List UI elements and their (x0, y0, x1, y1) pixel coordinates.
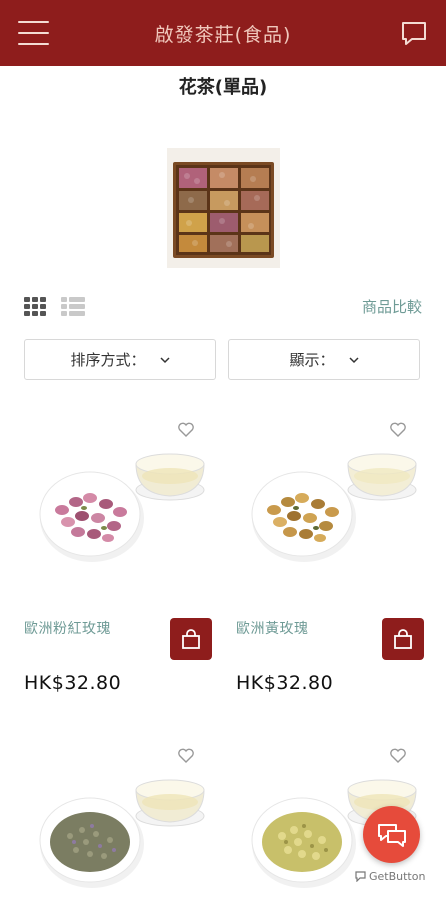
chat-bubble-icon[interactable] (400, 20, 428, 47)
shopping-bag-icon (182, 629, 200, 649)
top-app-bar: 啟發茶莊(食品) (0, 0, 446, 66)
add-to-cart-button[interactable] (382, 618, 424, 660)
product-price: HK$32.80 (24, 672, 122, 694)
wishlist-heart-icon[interactable] (386, 744, 410, 768)
add-to-cart-button[interactable] (170, 618, 212, 660)
category-image (167, 148, 280, 268)
getbutton-credit[interactable]: GetButton (355, 870, 425, 883)
chevron-down-icon (159, 356, 170, 363)
product-card[interactable]: 歐洲黃玫瑰 HK$32.80 (236, 412, 432, 702)
chat-icon (355, 871, 366, 882)
list-view-icon[interactable] (61, 297, 85, 316)
display-label: 顯示： (289, 351, 335, 369)
product-card[interactable] (24, 738, 220, 900)
display-dropdown[interactable]: 顯示： (228, 339, 420, 380)
shopping-bag-icon (394, 629, 412, 649)
product-name[interactable]: 歐洲粉紅玫瑰 (24, 618, 111, 638)
sort-dropdown[interactable]: 排序方式： (24, 339, 216, 380)
getbutton-label: GetButton (369, 870, 426, 883)
product-name[interactable]: 歐洲黃玫瑰 (236, 618, 309, 638)
wishlist-heart-icon[interactable] (174, 744, 198, 768)
page-title: 花茶(單品) (178, 77, 268, 98)
sort-label: 排序方式： (70, 351, 146, 369)
product-card[interactable]: 歐洲粉紅玫瑰 HK$32.80 (24, 412, 220, 702)
product-price: HK$32.80 (236, 672, 334, 694)
grid-view-icon[interactable] (24, 297, 46, 316)
floating-chat-button[interactable] (363, 806, 420, 863)
app-title: 啟發茶莊(食品) (154, 24, 292, 46)
wishlist-heart-icon[interactable] (386, 418, 410, 442)
compare-products-link[interactable]: 商品比較 (362, 296, 422, 317)
chat-bubbles-icon (377, 823, 406, 847)
wishlist-heart-icon[interactable] (174, 418, 198, 442)
chevron-down-icon (348, 356, 359, 363)
